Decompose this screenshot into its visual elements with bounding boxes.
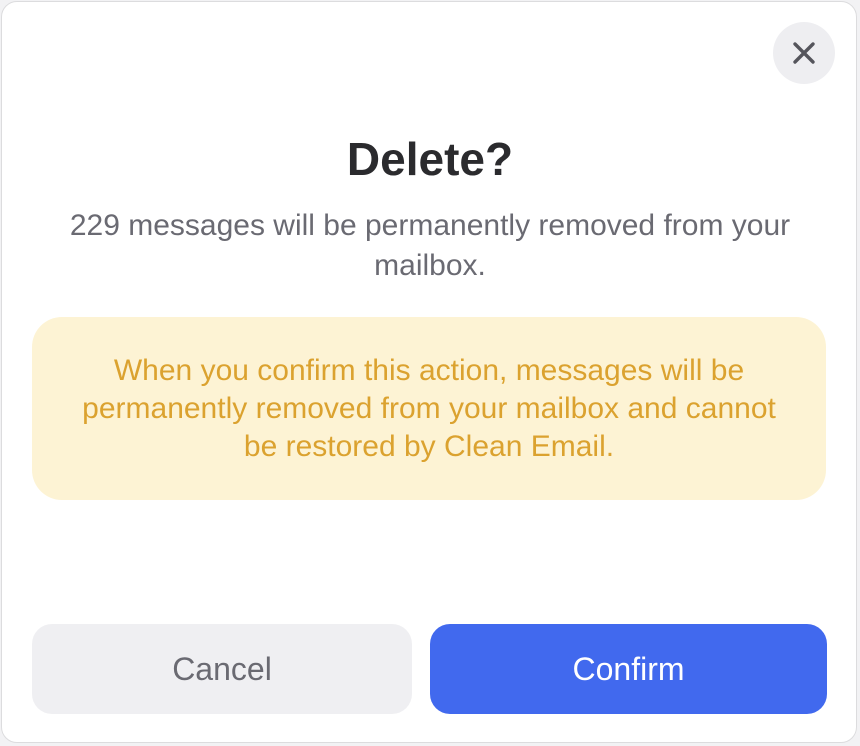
delete-confirmation-dialog: Delete? 229 messages will be permanently… <box>1 1 857 743</box>
dialog-title: Delete? <box>346 133 514 185</box>
warning-text: When you confirm this action, messages w… <box>82 353 776 463</box>
close-button[interactable] <box>773 22 835 84</box>
confirm-button[interactable]: Confirm <box>430 624 827 714</box>
close-icon <box>792 41 816 65</box>
warning-box: When you confirm this action, messages w… <box>32 317 826 500</box>
cancel-button[interactable]: Cancel <box>32 624 412 714</box>
dialog-message: 229 messages will be permanently removed… <box>69 209 791 282</box>
